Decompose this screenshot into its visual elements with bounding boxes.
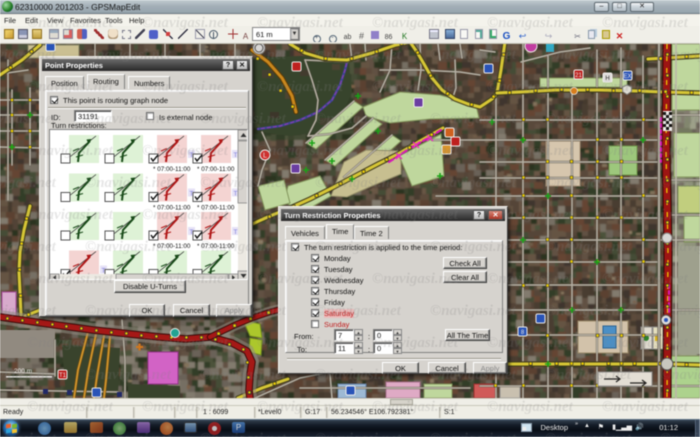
svg-text:* 07:00-11:00: * 07:00-11:00 [197,166,235,173]
svg-text:T: T [234,229,238,236]
svg-text:* 07:00-11:00: * 07:00-11:00 [197,205,235,212]
svg-text:* 07:00-11:00: * 07:00-11:00 [153,243,191,250]
svg-text:T: T [234,191,238,198]
svg-text:* 07:00-11:00: * 07:00-11:00 [153,205,191,212]
svg-text:* 07:00-11:00: * 07:00-11:00 [197,243,235,250]
svg-text:* 07:00-11:00: * 07:00-11:00 [153,166,191,173]
svg-text:T: T [234,152,238,159]
